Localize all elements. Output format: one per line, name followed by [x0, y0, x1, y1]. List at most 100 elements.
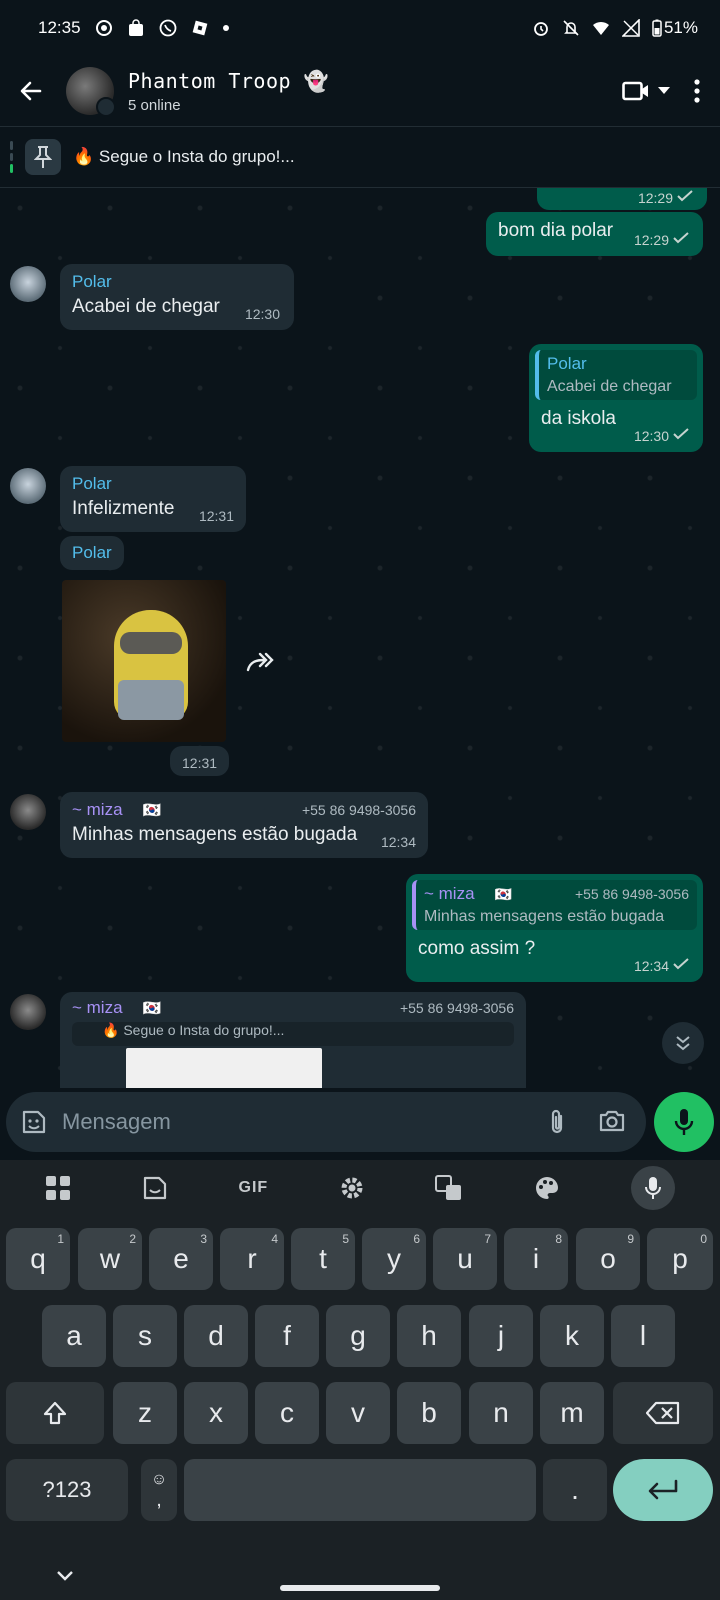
flag-icon: 🇰🇷: [142, 802, 162, 819]
key-q[interactable]: q1: [6, 1228, 70, 1290]
key-r[interactable]: r4: [220, 1228, 284, 1290]
key-a[interactable]: a: [42, 1305, 106, 1367]
attach-icon[interactable]: [546, 1108, 568, 1136]
key-v[interactable]: v: [326, 1382, 390, 1444]
video-call-button[interactable]: [622, 80, 670, 102]
sticker-image[interactable]: [62, 580, 226, 742]
status-time: 12:35: [38, 18, 81, 37]
backspace-key[interactable]: [613, 1382, 713, 1444]
sender-line: ~ miza 🇰🇷 +55 86 9498-3056: [72, 998, 514, 1018]
message-list[interactable]: 12:29 bom dia polar 12:29 Polar Acabei d…: [0, 188, 720, 1088]
key-t[interactable]: t5: [291, 1228, 355, 1290]
image-preview[interactable]: [126, 1048, 322, 1088]
avatar[interactable]: [10, 994, 46, 1030]
key-d[interactable]: d: [184, 1305, 248, 1367]
pinned-message-bar[interactable]: 🔥 Segue o Insta do grupo!...: [0, 126, 720, 188]
sent-check-icon: [673, 232, 689, 244]
key-p[interactable]: p0: [647, 1228, 713, 1290]
key-l[interactable]: l: [611, 1305, 675, 1367]
more-options-icon[interactable]: [694, 79, 700, 103]
more-notifications-dot: [222, 25, 229, 31]
scroll-to-bottom-button[interactable]: [662, 1022, 704, 1064]
key-w[interactable]: w2: [78, 1228, 142, 1290]
flag-icon: 🇰🇷: [142, 1000, 162, 1017]
quoted-message[interactable]: Polar Acabei de chegar: [535, 350, 697, 400]
key-h[interactable]: h: [397, 1305, 461, 1367]
avatar[interactable]: [10, 468, 46, 504]
key-k[interactable]: k: [540, 1305, 604, 1367]
voice-input-button[interactable]: [630, 1166, 675, 1210]
voice-message-button[interactable]: [654, 1092, 714, 1152]
key-m[interactable]: m: [540, 1382, 604, 1444]
avatar[interactable]: [10, 266, 46, 302]
key-g[interactable]: g: [326, 1305, 390, 1367]
soft-keyboard: GIF q1 w2 e3 r4 t5 y6 u7 i8 o9 p0 a s d …: [0, 1160, 720, 1600]
key-x[interactable]: x: [184, 1382, 248, 1444]
chat-header: Phantom Troop 👻 5 online: [0, 56, 720, 126]
emoji-comma-key[interactable]: ☺ ,: [141, 1459, 177, 1521]
message-bubble[interactable]: ~ miza 🇰🇷 +55 86 9498-3056 Minhas mensag…: [406, 874, 703, 982]
pin-button[interactable]: [25, 139, 61, 175]
message-input[interactable]: Mensagem: [62, 1109, 171, 1135]
avatar[interactable]: [10, 794, 46, 830]
key-c[interactable]: c: [255, 1382, 319, 1444]
sender-name[interactable]: Polar: [72, 272, 282, 292]
notification-app-icon: [95, 20, 112, 36]
message-composer[interactable]: Mensagem: [6, 1092, 646, 1152]
symbols-key[interactable]: ?123: [6, 1459, 128, 1521]
palette-icon[interactable]: [534, 1175, 560, 1201]
keyboard-toolbar: GIF: [0, 1160, 720, 1216]
sender-name[interactable]: Polar: [72, 474, 234, 494]
battery-status: 51%: [652, 18, 698, 38]
sticker-icon[interactable]: [142, 1175, 168, 1201]
roblox-icon: [192, 20, 207, 36]
message-bubble[interactable]: bom dia polar 12:29: [486, 212, 703, 256]
message-bubble[interactable]: ~ miza 🇰🇷 +55 86 9498-3056 Minhas mensag…: [60, 792, 428, 858]
mic-icon: [674, 1109, 694, 1135]
message-bubble[interactable]: ~ miza 🇰🇷 +55 86 9498-3056 🔥 Segue o Ins…: [60, 992, 526, 1088]
enter-icon: [648, 1479, 678, 1500]
key-s[interactable]: s: [113, 1305, 177, 1367]
period-key[interactable]: .: [543, 1459, 607, 1521]
message-bubble[interactable]: Polar Infelizmente 12:31: [60, 466, 246, 532]
key-f[interactable]: f: [255, 1305, 319, 1367]
camera-icon[interactable]: [598, 1108, 626, 1134]
minion-overalls: [118, 680, 184, 720]
shift-key[interactable]: [6, 1382, 104, 1444]
mute-bell-icon: [563, 20, 579, 36]
message-bubble[interactable]: 12:29: [537, 188, 707, 210]
message-bubble[interactable]: Polar Acabei de chegar da iskola 12:30: [529, 344, 703, 452]
sender-name[interactable]: ~ miza: [72, 800, 123, 820]
key-b[interactable]: b: [397, 1382, 461, 1444]
key-e[interactable]: e3: [149, 1228, 213, 1290]
gesture-nav-bar[interactable]: [280, 1585, 440, 1591]
gif-button[interactable]: GIF: [239, 1179, 269, 1197]
sender-chip[interactable]: Polar: [60, 536, 124, 570]
key-y[interactable]: y6: [362, 1228, 426, 1290]
key-o[interactable]: o9: [576, 1228, 640, 1290]
back-arrow-icon[interactable]: [18, 78, 44, 104]
key-u[interactable]: u7: [433, 1228, 497, 1290]
space-bar[interactable]: [184, 1459, 536, 1521]
chat-title-block[interactable]: Phantom Troop 👻 5 online: [128, 69, 329, 114]
apps-grid-icon[interactable]: [45, 1175, 71, 1201]
settings-gear-icon[interactable]: [339, 1175, 365, 1201]
key-j[interactable]: j: [469, 1305, 533, 1367]
sender-name[interactable]: ~ miza: [72, 998, 123, 1018]
battery-percent: 51%: [663, 18, 698, 37]
hide-keyboard-chevron-icon[interactable]: [56, 1570, 74, 1582]
enter-key[interactable]: [613, 1459, 713, 1521]
translate-icon[interactable]: [435, 1175, 463, 1201]
forward-icon[interactable]: [246, 650, 276, 674]
key-n[interactable]: n: [469, 1382, 533, 1444]
quoted-message[interactable]: 🔥 Segue o Insta do grupo!...: [72, 1022, 514, 1046]
sticker-icon[interactable]: [20, 1108, 48, 1136]
message-bubble[interactable]: Polar Acabei de chegar 12:30: [60, 264, 294, 330]
key-z[interactable]: z: [113, 1382, 177, 1444]
whatsapp-icon: [159, 19, 176, 37]
group-avatar[interactable]: [66, 67, 116, 117]
key-i[interactable]: i8: [504, 1228, 568, 1290]
sender-phone: +55 86 9498-3056: [301, 802, 416, 818]
quoted-message[interactable]: ~ miza 🇰🇷 +55 86 9498-3056 Minhas mensag…: [412, 880, 697, 930]
timestamp-chip: 12:31: [170, 746, 230, 776]
